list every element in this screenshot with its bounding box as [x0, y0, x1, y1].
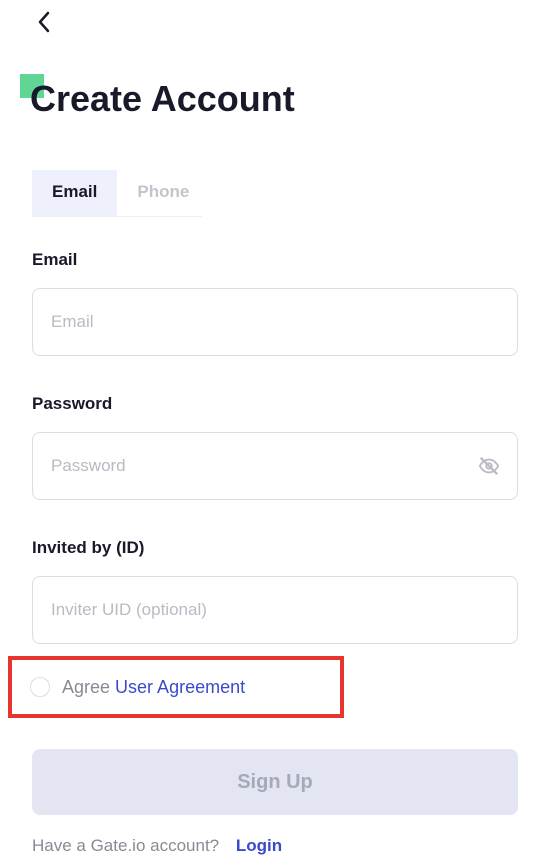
tab-phone[interactable]: Phone	[117, 170, 209, 216]
email-input-wrap	[32, 288, 518, 356]
agreement-text: Agree	[62, 677, 115, 697]
footer-prompt: Have a Gate.io account?	[32, 836, 219, 855]
eye-off-icon	[478, 455, 500, 477]
login-link[interactable]: Login	[236, 836, 282, 855]
page-title: Create Account	[30, 78, 295, 120]
signup-button[interactable]: Sign Up	[32, 749, 518, 815]
email-section: Email	[32, 250, 518, 356]
chevron-left-icon	[37, 11, 51, 33]
invited-section: Invited by (ID)	[32, 538, 518, 644]
user-agreement-link[interactable]: User Agreement	[115, 677, 245, 697]
agreement-checkbox[interactable]	[30, 677, 50, 697]
footer: Have a Gate.io account? Login	[32, 836, 282, 856]
password-section: Password	[32, 394, 518, 500]
password-label: Password	[32, 394, 518, 414]
toggle-password-visibility[interactable]	[478, 455, 500, 477]
back-button[interactable]	[32, 10, 56, 34]
agreement-row: Agree User Agreement	[8, 656, 344, 718]
inviter-uid-field[interactable]	[32, 576, 518, 644]
password-field[interactable]	[32, 432, 518, 500]
invited-label: Invited by (ID)	[32, 538, 518, 558]
invited-input-wrap	[32, 576, 518, 644]
tabs-container: Email Phone	[32, 170, 202, 217]
tab-email[interactable]: Email	[32, 170, 117, 216]
email-field[interactable]	[32, 288, 518, 356]
email-label: Email	[32, 250, 518, 270]
password-input-wrap	[32, 432, 518, 500]
